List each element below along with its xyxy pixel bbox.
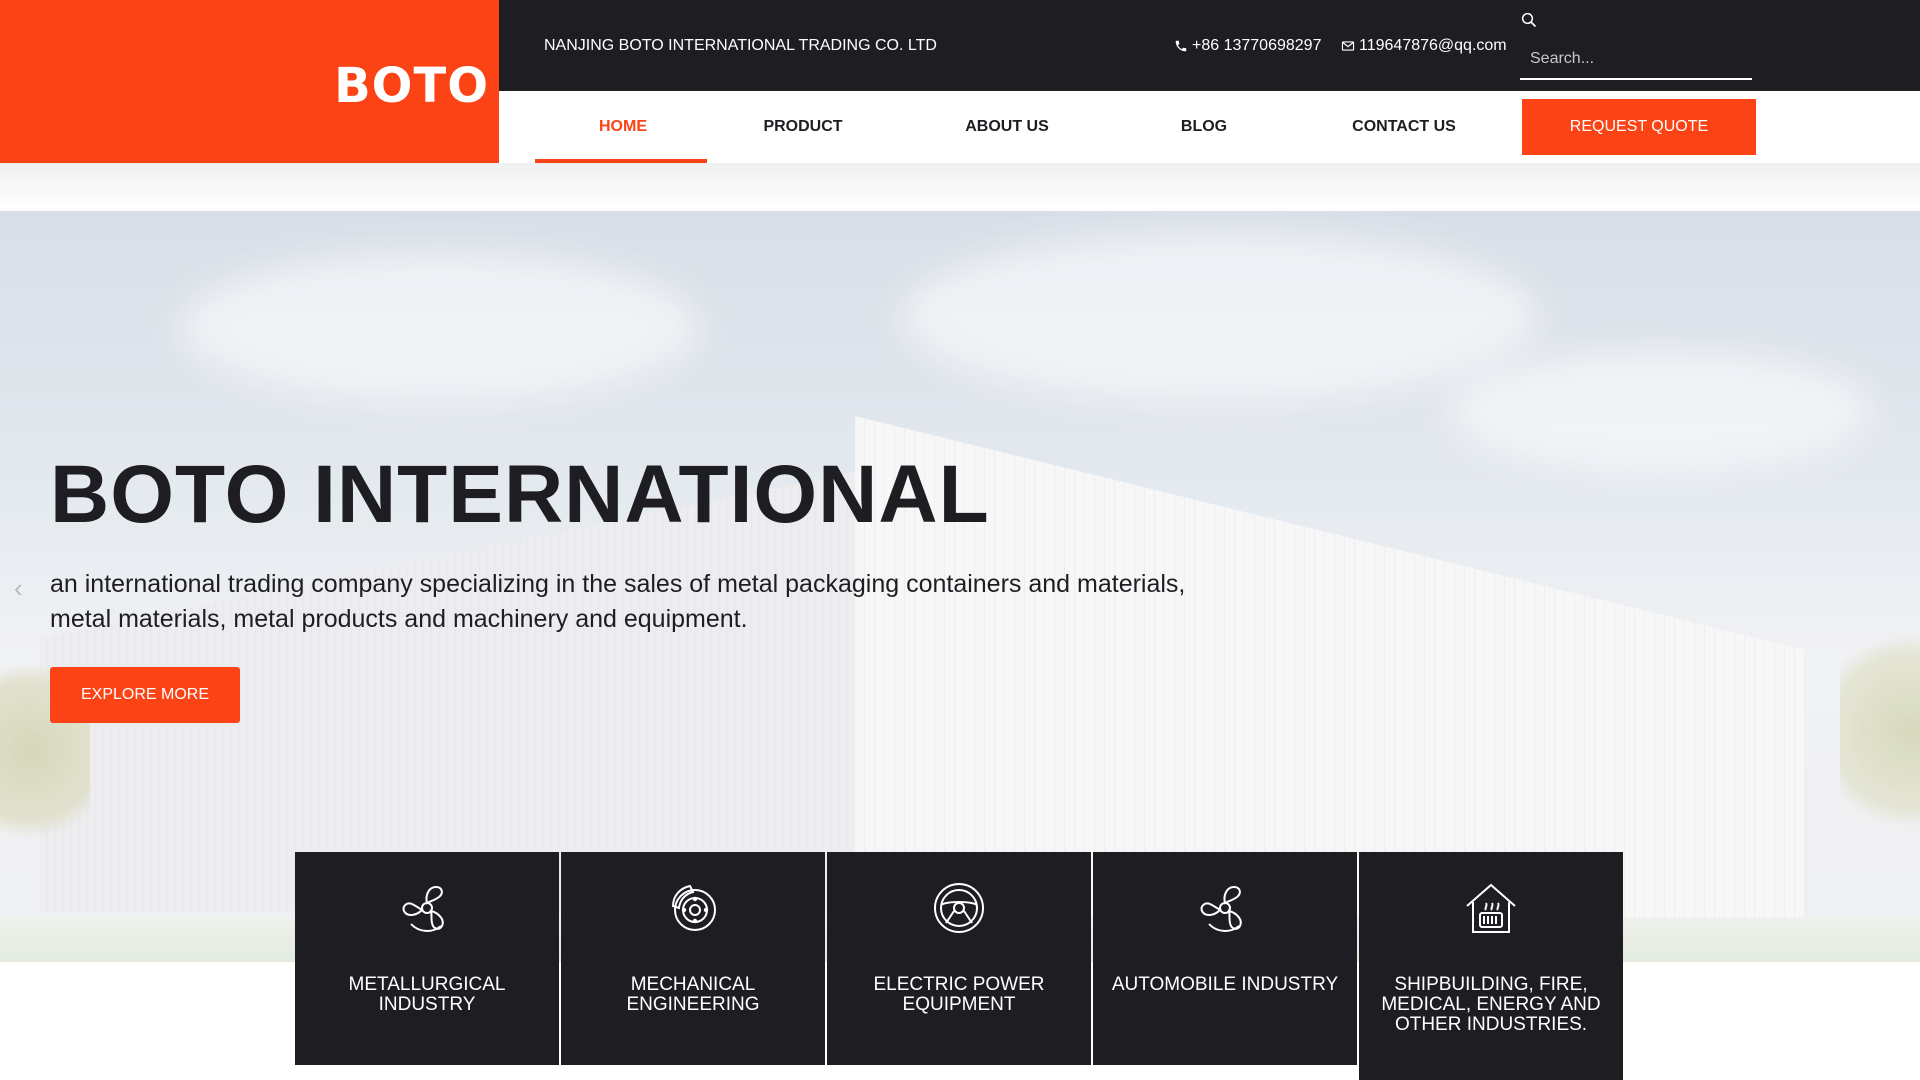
industry-card-shipbuilding[interactable]: SHIPBUILDING, FIRE, MEDICAL, ENERGY AND … <box>1359 852 1623 1080</box>
envelope-icon <box>1341 41 1355 51</box>
steering-wheel-icon <box>934 883 984 933</box>
search-input[interactable] <box>1520 40 1752 80</box>
nav-product[interactable]: PRODUCT <box>723 118 883 136</box>
fan-icon <box>1200 885 1242 932</box>
phone-contact[interactable]: +86 13770698297 <box>1174 37 1321 55</box>
hero-banner: ‹ BOTO INTERNATIONAL an international tr… <box>0 211 1920 962</box>
industry-label: METALLURGICAL INDUSTRY <box>348 974 506 1015</box>
nav-contact-us[interactable]: CONTACT US <box>1339 118 1469 136</box>
explore-more-button[interactable]: EXPLORE MORE <box>50 667 240 723</box>
industry-label: MECHANICAL ENGINEERING <box>626 974 760 1015</box>
brake-disc-icon <box>671 884 716 931</box>
nav-blog[interactable]: BLOG <box>1149 118 1259 136</box>
nav-about-us[interactable]: ABOUT US <box>917 118 1097 136</box>
nav-home[interactable]: HOME <box>537 118 709 136</box>
phone-icon <box>1175 40 1187 52</box>
fan-icon <box>402 885 444 932</box>
industry-label: ELECTRIC POWER EQUIPMENT <box>873 974 1045 1015</box>
industry-card-automobile[interactable]: AUTOMOBILE INDUSTRY <box>1093 852 1357 1065</box>
industry-cards: METALLURGICAL INDUSTRY MECHANICAL ENGINE… <box>295 852 1625 1080</box>
logo[interactable]: BOTO <box>334 58 489 114</box>
house-heater-icon <box>1466 883 1516 933</box>
phone-number: +86 13770698297 <box>1192 37 1322 54</box>
industry-label: SHIPBUILDING, FIRE, MEDICAL, ENERGY AND … <box>1381 974 1601 1035</box>
slider-prev-arrow[interactable]: ‹ <box>14 573 23 604</box>
industry-label: AUTOMOBILE INDUSTRY <box>1111 974 1339 995</box>
search-icon[interactable] <box>1520 11 1538 29</box>
email-contact[interactable]: 119647876@qq.com <box>1341 37 1507 55</box>
industry-card-metallurgical[interactable]: METALLURGICAL INDUSTRY <box>295 852 559 1065</box>
company-name: NANJING BOTO INTERNATIONAL TRADING CO. L… <box>544 37 937 54</box>
request-quote-button[interactable]: REQUEST QUOTE <box>1522 99 1756 155</box>
main-nav: HOME PRODUCT ABOUT US BLOG CONTACT US RE… <box>499 91 1920 163</box>
email-address: 119647876@qq.com <box>1359 37 1507 54</box>
hero-subtitle: an international trading company special… <box>50 570 1186 633</box>
industry-card-mechanical[interactable]: MECHANICAL ENGINEERING <box>561 852 825 1065</box>
top-bar: NANJING BOTO INTERNATIONAL TRADING CO. L… <box>499 0 1920 91</box>
header-shadow <box>0 163 1920 211</box>
logo-block[interactable]: BOTO <box>0 0 499 163</box>
hero-title: BOTO INTERNATIONAL <box>50 449 990 540</box>
industry-card-electric-power[interactable]: ELECTRIC POWER EQUIPMENT <box>827 852 1091 1065</box>
